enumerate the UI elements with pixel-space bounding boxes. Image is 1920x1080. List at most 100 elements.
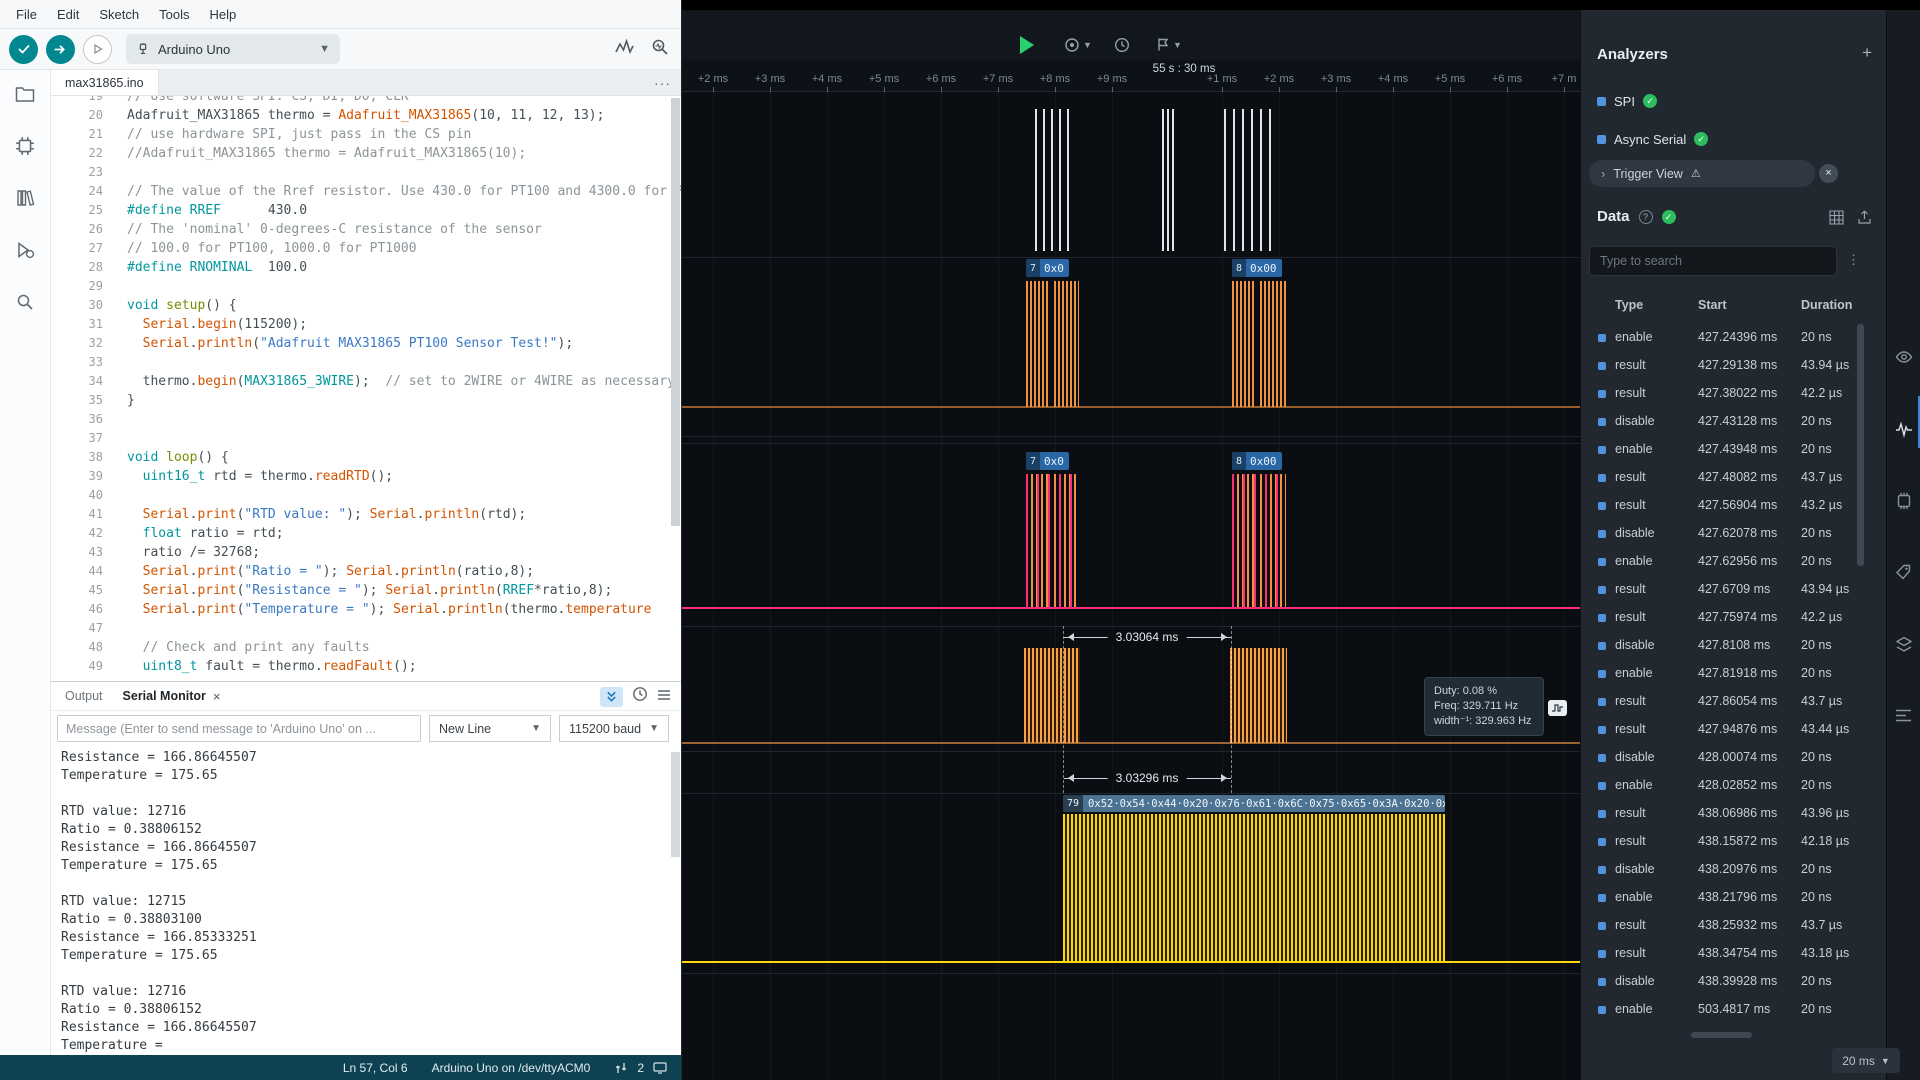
measurement-marker-line[interactable] bbox=[1063, 626, 1064, 793]
spi-decode-annotation[interactable]: 80x00 bbox=[1232, 259, 1282, 277]
serial-decode-annotation[interactable]: 79 0x52·0x54·0x44·0x20·0x76·0x61·0x6C·0x… bbox=[1063, 795, 1445, 812]
channel0-waveform-burst[interactable] bbox=[1162, 109, 1174, 251]
eye-icon[interactable] bbox=[1895, 348, 1913, 371]
tab-output[interactable]: Output bbox=[65, 689, 103, 703]
sketchbook-icon[interactable] bbox=[14, 83, 36, 105]
table-row[interactable]: enable427.62956 ms20 ns bbox=[1581, 548, 1871, 576]
spi-decode-annotation[interactable]: 70x0 bbox=[1026, 259, 1069, 277]
table-row[interactable]: disable438.39928 ms20 ns bbox=[1581, 968, 1871, 996]
table-row[interactable]: disable427.8108 ms20 ns bbox=[1581, 632, 1871, 660]
channel1-waveform-burst[interactable] bbox=[1054, 281, 1079, 407]
serial-message-input[interactable] bbox=[57, 715, 421, 742]
code-line: // 100.0 for PT100, 1000.0 for PT1000 bbox=[127, 239, 681, 258]
table-row[interactable]: result427.38022 ms42.2 µs bbox=[1581, 380, 1871, 408]
table-row[interactable]: disable427.62078 ms20 ns bbox=[1581, 520, 1871, 548]
table-row[interactable]: enable427.81918 ms20 ns bbox=[1581, 660, 1871, 688]
table-row[interactable]: result438.06986 ms43.96 µs bbox=[1581, 800, 1871, 828]
cell-type: result bbox=[1615, 498, 1646, 512]
panel-menu-icon[interactable] bbox=[657, 688, 671, 706]
baud-rate-select[interactable]: 115200 baud ▼ bbox=[559, 715, 669, 742]
library-manager-icon[interactable] bbox=[14, 187, 36, 209]
layers-icon[interactable] bbox=[1895, 636, 1913, 658]
panel-tabbar: Output Serial Monitor × bbox=[51, 682, 681, 711]
table-row[interactable]: result427.86054 ms43.7 µs bbox=[1581, 688, 1871, 716]
table-row[interactable]: disable438.20976 ms20 ns bbox=[1581, 856, 1871, 884]
start-capture-button[interactable] bbox=[1020, 36, 1034, 54]
table-row[interactable]: result427.56904 ms43.2 µs bbox=[1581, 492, 1871, 520]
table-row[interactable]: result427.75974 ms42.2 µs bbox=[1581, 604, 1871, 632]
notification-count[interactable]: 2 bbox=[637, 1061, 644, 1075]
channel3-waveform-burst[interactable] bbox=[1026, 474, 1079, 608]
table-row[interactable]: result427.94876 ms43.44 µs bbox=[1581, 716, 1871, 744]
table-row[interactable]: result427.29138 ms43.94 µs bbox=[1581, 352, 1871, 380]
table-row[interactable]: disable427.43128 ms20 ns bbox=[1581, 408, 1871, 436]
timestamp-toggle[interactable] bbox=[632, 686, 648, 707]
menu-edit[interactable]: Edit bbox=[47, 0, 89, 29]
close-icon[interactable]: × bbox=[213, 689, 221, 704]
serial-monitor-output[interactable]: Resistance = 166.86645507Temperature = 1… bbox=[51, 746, 681, 1055]
channel4-waveform-burst[interactable] bbox=[1230, 648, 1287, 743]
boards-manager-icon[interactable] bbox=[14, 135, 36, 157]
editor-scrollbar[interactable] bbox=[671, 98, 680, 526]
channel0-waveform-burst[interactable] bbox=[1224, 109, 1274, 251]
editor-actions-button[interactable]: ··· bbox=[654, 70, 671, 96]
table-row[interactable]: enable427.24396 ms20 ns bbox=[1581, 324, 1871, 352]
menu-tools[interactable]: Tools bbox=[149, 0, 199, 29]
code-editor[interactable]: 1920212223242526272829303132333435363738… bbox=[51, 96, 681, 681]
serial-monitor-icon[interactable] bbox=[651, 38, 669, 61]
line-number: 45 bbox=[51, 581, 103, 600]
spi-decode-annotation[interactable]: 70x0 bbox=[1026, 452, 1069, 470]
channel3-waveform-burst[interactable] bbox=[1232, 474, 1286, 608]
channel1-waveform-burst[interactable] bbox=[1026, 281, 1050, 407]
line-ending-select[interactable]: New Line ▼ bbox=[429, 715, 551, 742]
tab-serial-monitor[interactable]: Serial Monitor × bbox=[123, 689, 221, 704]
channel4-waveform-burst[interactable] bbox=[1024, 648, 1080, 743]
timer-button[interactable] bbox=[1114, 37, 1130, 53]
ruler-tick-label: +5 ms bbox=[869, 73, 899, 85]
measurements-icon[interactable] bbox=[1895, 420, 1913, 443]
cell-start: 438.34754 ms bbox=[1698, 946, 1777, 960]
debug-button[interactable] bbox=[83, 35, 112, 64]
timescale-selector[interactable]: 20 ms ▼ bbox=[1832, 1048, 1900, 1073]
table-scrollbar[interactable] bbox=[1857, 324, 1864, 566]
verify-button[interactable] bbox=[9, 35, 38, 64]
trigger-flag-button[interactable]: ▼ bbox=[1156, 37, 1182, 52]
board-selector[interactable]: Arduino Uno ▼ bbox=[126, 34, 340, 64]
table-row[interactable]: enable428.02852 ms20 ns bbox=[1581, 772, 1871, 800]
code-line: //Adafruit_MAX31865 thermo = Adafruit_MA… bbox=[127, 144, 681, 163]
cell-start: 438.21796 ms bbox=[1698, 890, 1777, 904]
table-row[interactable]: enable438.21796 ms20 ns bbox=[1581, 884, 1871, 912]
table-row[interactable]: result438.15872 ms42.18 µs bbox=[1581, 828, 1871, 856]
capture-mode-button[interactable]: ▼ bbox=[1064, 37, 1092, 53]
channel1-waveform-burst[interactable] bbox=[1260, 281, 1286, 407]
channel1-waveform-burst[interactable] bbox=[1232, 281, 1256, 407]
table-row[interactable]: disable428.00074 ms20 ns bbox=[1581, 744, 1871, 772]
list-icon[interactable] bbox=[1895, 708, 1912, 728]
debugger-icon[interactable] bbox=[14, 239, 36, 261]
tag-icon[interactable] bbox=[1895, 564, 1912, 586]
table-row[interactable]: enable503.4817 ms20 ns bbox=[1581, 996, 1871, 1024]
row-color-swatch bbox=[1598, 698, 1606, 706]
table-horizontal-scrollbar[interactable] bbox=[1691, 1032, 1752, 1038]
table-row[interactable]: result427.6709 ms43.94 µs bbox=[1581, 576, 1871, 604]
serial-plotter-icon[interactable] bbox=[615, 39, 635, 60]
search-icon[interactable] bbox=[14, 291, 36, 313]
table-row[interactable]: enable427.43948 ms20 ns bbox=[1581, 436, 1871, 464]
menu-file[interactable]: File bbox=[6, 0, 47, 29]
cell-duration: 43.94 µs bbox=[1801, 582, 1849, 596]
channel0-waveform-burst[interactable] bbox=[1035, 109, 1073, 251]
table-row[interactable]: result438.34754 ms43.18 µs bbox=[1581, 940, 1871, 968]
measurement-marker-line[interactable] bbox=[1231, 626, 1232, 793]
output-scrollbar[interactable] bbox=[671, 752, 680, 857]
menu-sketch[interactable]: Sketch bbox=[89, 0, 149, 29]
spi-decode-annotation[interactable]: 80x00 bbox=[1232, 452, 1282, 470]
table-row[interactable]: result427.48082 ms43.7 µs bbox=[1581, 464, 1871, 492]
autoscroll-toggle[interactable] bbox=[600, 687, 623, 707]
channel5-waveform-burst[interactable] bbox=[1063, 814, 1445, 962]
tab-max31865[interactable]: max31865.ino bbox=[51, 70, 159, 95]
ruler-tick-label: +4 ms bbox=[1378, 73, 1408, 85]
menu-help[interactable]: Help bbox=[199, 0, 246, 29]
upload-button[interactable] bbox=[46, 35, 75, 64]
table-row[interactable]: result438.25932 ms43.7 µs bbox=[1581, 912, 1871, 940]
device-icon[interactable] bbox=[1895, 492, 1913, 515]
